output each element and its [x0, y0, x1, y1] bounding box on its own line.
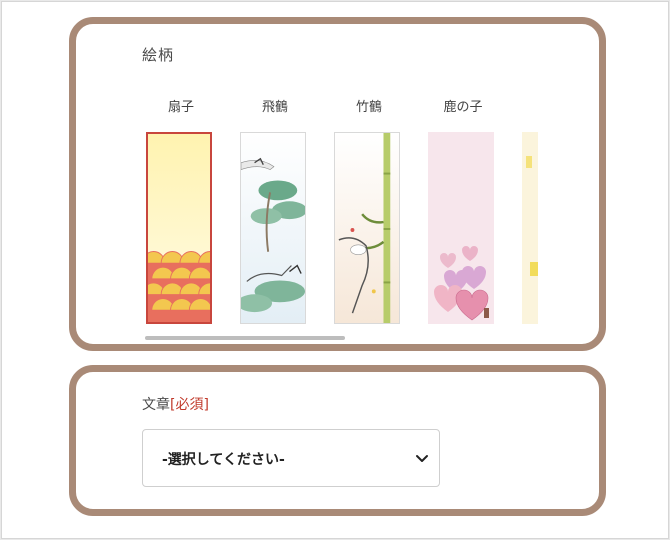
sentence-card: 文章[必須] -選択してください-	[69, 365, 606, 516]
pattern-label: 竹鶴	[355, 100, 382, 115]
sentence-label: 文章	[142, 397, 170, 413]
page-frame: 絵柄 扇子 飛鶴 竹鶴 鹿の子 文章[必須] -選択してください-	[1, 1, 669, 539]
chevron-down-icon	[416, 455, 428, 462]
pattern-label: 鹿の子	[443, 100, 483, 115]
pattern-card: 絵柄 扇子 飛鶴 竹鶴 鹿の子	[69, 17, 606, 351]
pattern-carousel[interactable]: 扇子 飛鶴 竹鶴 鹿の子	[140, 82, 538, 344]
pattern-thumbnail-partial[interactable]	[522, 132, 538, 324]
sentence-label-row: 文章[必須]	[142, 394, 209, 414]
carousel-scrollbar[interactable]	[145, 336, 345, 340]
pattern-thumbnail-chikukaku[interactable]	[334, 132, 400, 324]
pattern-label: 飛鶴	[261, 100, 288, 115]
pattern-section-title: 絵柄	[142, 46, 175, 64]
required-badge: [必須]	[170, 397, 209, 413]
pattern-label: 扇子	[167, 100, 194, 115]
sentence-select[interactable]: -選択してください-	[142, 429, 440, 487]
pattern-thumbnail-kanoko[interactable]	[428, 132, 494, 324]
pattern-thumbnail-sensu[interactable]	[146, 132, 212, 324]
sentence-select-value: -選択してください-	[162, 452, 285, 468]
pattern-thumbnail-hikaku[interactable]	[240, 132, 306, 324]
